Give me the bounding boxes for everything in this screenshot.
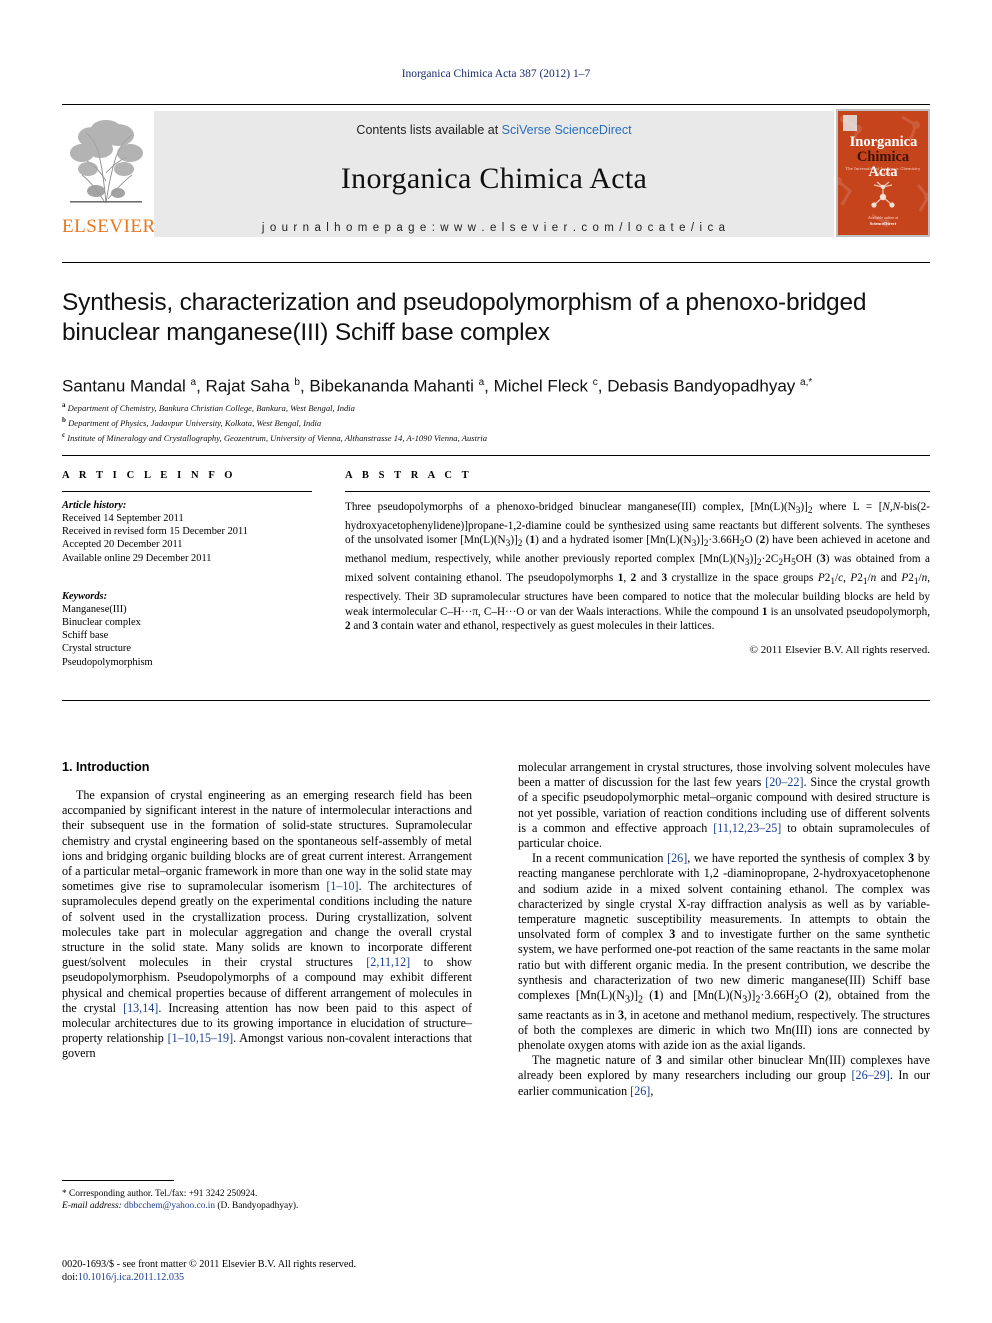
cover-title-chimica: Chimica bbox=[856, 149, 910, 165]
affiliation-c: c Institute of Mineralogy and Crystallog… bbox=[62, 429, 932, 444]
keyword-item: Binuclear complex bbox=[62, 617, 141, 629]
abstract-text: Three pseudopolymorphs of a phenoxo-brid… bbox=[345, 501, 931, 633]
body-column-right: molecular arrangement in crystal structu… bbox=[518, 760, 930, 1099]
affiliation-text-c: Institute of Mineralogy and Crystallogra… bbox=[67, 432, 488, 443]
cover-artwork: Inorganica Chimica Acta The Internationa… bbox=[838, 111, 928, 235]
email-person: (D. Bandyopadhyay). bbox=[217, 1201, 299, 1212]
imprint-frontmatter: 0020-1693/$ - see front matter © 2011 El… bbox=[62, 1259, 357, 1270]
keyword-item: Schiff base bbox=[62, 630, 109, 642]
affiliation-text-a: Department of Chemistry, Bankura Christi… bbox=[67, 402, 355, 413]
affiliation-a: a Department of Chemistry, Bankura Chris… bbox=[62, 399, 932, 414]
abstract-column: A B S T R A C T Three pseudopolymorphs o… bbox=[345, 470, 930, 656]
intro-paragraph-continued: molecular arrangement in crystal structu… bbox=[518, 760, 930, 851]
keyword-item: Crystal structure bbox=[62, 643, 131, 655]
contents-prefix: Contents lists available at bbox=[356, 123, 502, 137]
corresponding-author-footnote: * Corresponding author. Tel./fax: +91 32… bbox=[62, 1180, 472, 1213]
sciverse-sciencedirect-link[interactable]: SciVerse ScienceDirect bbox=[502, 123, 632, 137]
article-info-rule bbox=[62, 491, 312, 492]
article-history-revised: Received in revised form 15 December 201… bbox=[62, 526, 249, 538]
abstract-panel-top-rule bbox=[62, 455, 930, 456]
article-history-online: Available online 29 December 2011 bbox=[62, 552, 212, 564]
contents-available-line: Contents lists available at SciVerse Sci… bbox=[154, 123, 834, 137]
article-info-column: A R T I C L E I N F O Article history: R… bbox=[62, 470, 312, 669]
doi-link[interactable]: 10.1016/j.ica.2011.12.035 bbox=[78, 1272, 184, 1283]
elsevier-logo: ELSEVIER bbox=[62, 107, 156, 237]
doi-label: doi: bbox=[62, 1272, 78, 1283]
cover-footer-brand: ScienceDirect bbox=[869, 221, 897, 226]
elsevier-wordmark: ELSEVIER bbox=[62, 216, 156, 237]
running-head: Inorganica Chimica Acta 387 (2012) 1–7 bbox=[401, 68, 591, 80]
corresponding-author-line: * Corresponding author. Tel./fax: +91 32… bbox=[62, 1189, 258, 1199]
cover-subtitle: The International Inorganic Chemistry Jo… bbox=[845, 166, 921, 176]
body-column-left: 1. Introduction The expansion of crystal… bbox=[62, 760, 472, 1062]
cover-molecule-icon bbox=[871, 181, 895, 208]
keyword-item: Pseudopolymorphism bbox=[62, 656, 153, 668]
cover-footer: Available online at ScienceDirect bbox=[842, 215, 924, 227]
journal-masthead: ELSEVIER Contents lists available at Sci… bbox=[62, 104, 930, 239]
intro-paragraph: In a recent communication [26], we have … bbox=[518, 851, 930, 1053]
author-list: Santanu Mandal a, Rajat Saha b, Bibekana… bbox=[62, 376, 813, 396]
affiliation-marker-c: c bbox=[62, 431, 66, 440]
email-label: E-mail address: bbox=[62, 1201, 122, 1212]
keywords-block: Keywords: Manganese(III) Binuclear compl… bbox=[62, 591, 312, 669]
masthead-center-band: Contents lists available at SciVerse Sci… bbox=[154, 111, 834, 237]
imprint-doi: doi:10.1016/j.ica.2011.12.035 bbox=[62, 1271, 482, 1284]
article-history-heading: Article history: bbox=[62, 500, 127, 511]
imprint-block: 0020-1693/$ - see front matter © 2011 El… bbox=[62, 1258, 482, 1284]
abstract-copyright: © 2011 Elsevier B.V. All rights reserved… bbox=[749, 643, 930, 656]
keyword-item: Manganese(III) bbox=[62, 603, 127, 615]
journal-article-page: Inorganica Chimica Acta 387 (2012) 1–7 E… bbox=[0, 0, 992, 1323]
cover-footer-small: Available online at bbox=[867, 215, 899, 220]
article-history-accepted: Accepted 20 December 2011 bbox=[62, 539, 183, 551]
article-history-received: Received 14 September 2011 bbox=[62, 513, 184, 524]
cover-elsevier-mark bbox=[843, 115, 857, 131]
page-title: Synthesis, characterization and pseudopo… bbox=[62, 289, 867, 346]
affiliation-list: a Department of Chemistry, Bankura Chris… bbox=[62, 399, 932, 444]
email-line: E-mail address: dbbcchem@yahoo.co.in (D.… bbox=[62, 1200, 472, 1212]
affiliation-marker-b: b bbox=[62, 416, 66, 425]
email-link[interactable]: dbbcchem@yahoo.co.in bbox=[124, 1201, 215, 1211]
abstract-label: A B S T R A C T bbox=[345, 470, 473, 481]
article-info-label: A R T I C L E I N F O bbox=[62, 470, 237, 481]
section-heading-introduction: 1. Introduction bbox=[62, 760, 150, 774]
keywords-heading: Keywords: bbox=[62, 590, 108, 602]
abstract-rule bbox=[345, 491, 930, 492]
affiliation-b: b Department of Physics, Jadavpur Univer… bbox=[62, 414, 932, 429]
footnote-rule bbox=[62, 1180, 174, 1181]
journal-title: Inorganica Chimica Acta bbox=[340, 162, 648, 195]
cover-title-line1: Inorganica bbox=[849, 134, 918, 150]
elsevier-tree-icon bbox=[70, 120, 143, 204]
intro-paragraph: The expansion of crystal engineering as … bbox=[62, 788, 472, 1061]
journal-cover-thumbnail[interactable]: Inorganica Chimica Acta The Internationa… bbox=[836, 109, 930, 237]
title-divider bbox=[62, 262, 930, 263]
intro-paragraph: The magnetic nature of 3 and similar oth… bbox=[518, 1053, 931, 1098]
affiliation-text-b: Department of Physics, Jadavpur Universi… bbox=[68, 417, 322, 428]
abstract-panel-bottom-rule bbox=[62, 700, 930, 701]
affiliation-marker-a: a bbox=[62, 401, 66, 409]
journal-homepage-line[interactable]: j o u r n a l h o m e p a g e : w w w . … bbox=[154, 222, 834, 234]
